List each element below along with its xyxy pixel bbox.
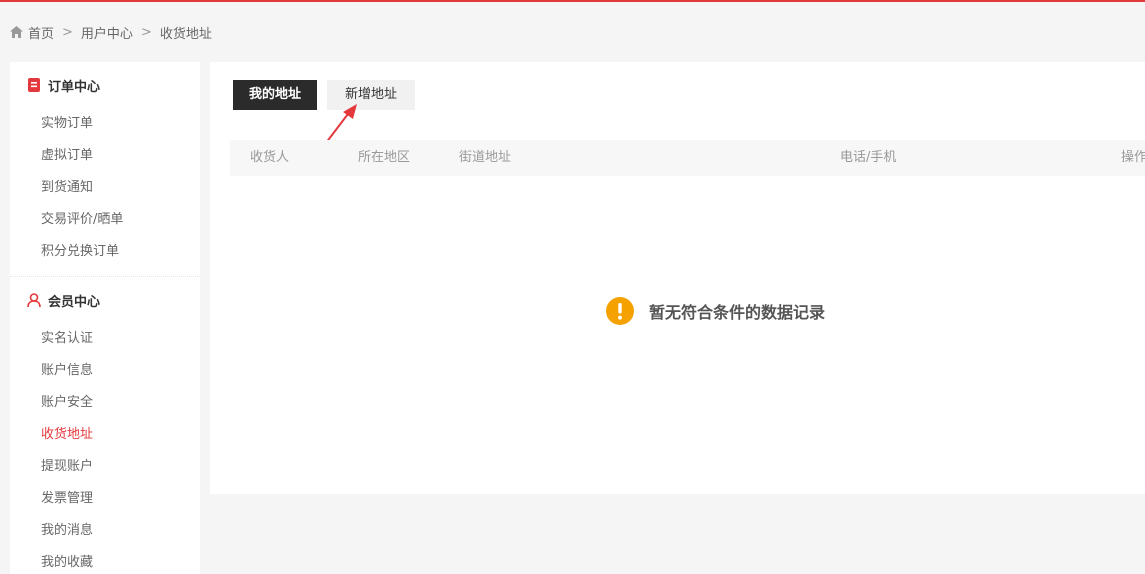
sidebar-item-withdraw-account[interactable]: 提现账户 xyxy=(10,451,200,483)
address-table-header: 收货人 所在地区 街道地址 电话/手机 操作 xyxy=(230,140,1145,176)
sidebar-title-label: 会员中心 xyxy=(48,294,101,310)
sidebar-title-member-center: 会员中心 xyxy=(10,277,200,323)
home-icon xyxy=(10,26,23,38)
sidebar-item-virtual-orders[interactable]: 虚拟订单 xyxy=(10,140,200,172)
column-header-phone: 电话/手机 xyxy=(840,150,897,165)
sidebar-item-invoice[interactable]: 发票管理 xyxy=(10,483,200,515)
sidebar-title-label: 订单中心 xyxy=(48,79,101,95)
sidebar-item-account-security[interactable]: 账户安全 xyxy=(10,387,200,419)
breadcrumb-separator: > xyxy=(140,24,152,40)
sidebar-title-order-center: 订单中心 xyxy=(10,62,200,108)
column-header-receiver: 收货人 xyxy=(250,150,290,165)
sidebar-item-physical-orders[interactable]: 实物订单 xyxy=(10,108,200,140)
user-icon xyxy=(27,293,41,307)
breadcrumb-home[interactable]: 首页 xyxy=(28,23,54,42)
empty-state: 暂无符合条件的数据记录 xyxy=(605,296,825,326)
main-panel: 我的地址 新增地址 收货人 所在地区 街道地址 电话/手机 操作 暂无符合条件的… xyxy=(210,62,1145,494)
breadcrumb: 首页 > 用户中心 > 收货地址 xyxy=(10,23,212,42)
sidebar-group-member-center: 会员中心 实名认证 账户信息 账户安全 收货地址 提现账户 发票管理 我的消息 … xyxy=(10,276,200,574)
top-accent-line xyxy=(0,0,1145,2)
sidebar-item-real-name[interactable]: 实名认证 xyxy=(10,323,200,355)
warning-icon xyxy=(606,297,634,325)
sidebar-item-messages[interactable]: 我的消息 xyxy=(10,515,200,547)
breadcrumb-separator: > xyxy=(62,24,73,40)
sidebar-item-account-info[interactable]: 账户信息 xyxy=(10,355,200,387)
column-header-street: 街道地址 xyxy=(459,150,512,165)
sidebar: 订单中心 实物订单 虚拟订单 到货通知 交易评价/晒单 积分兑换订单 会员中心 … xyxy=(10,62,200,574)
sidebar-item-reviews[interactable]: 交易评价/晒单 xyxy=(10,204,200,236)
empty-message: 暂无符合条件的数据记录 xyxy=(649,303,826,322)
sidebar-item-shipping-address[interactable]: 收货地址 xyxy=(10,419,200,451)
sidebar-item-favorites[interactable]: 我的收藏 xyxy=(10,547,200,574)
breadcrumb-current: 收货地址 xyxy=(159,26,212,42)
breadcrumb-user-center[interactable]: 用户中心 xyxy=(81,23,133,42)
sidebar-item-arrival-notice[interactable]: 到货通知 xyxy=(10,172,200,204)
sidebar-group-order-center: 订单中心 实物订单 虚拟订单 到货通知 交易评价/晒单 积分兑换订单 xyxy=(10,62,200,276)
column-header-region: 所在地区 xyxy=(358,150,411,165)
sidebar-item-points-orders[interactable]: 积分兑换订单 xyxy=(10,236,200,268)
order-icon xyxy=(28,78,40,92)
column-header-operations: 操作 xyxy=(1121,150,1145,165)
